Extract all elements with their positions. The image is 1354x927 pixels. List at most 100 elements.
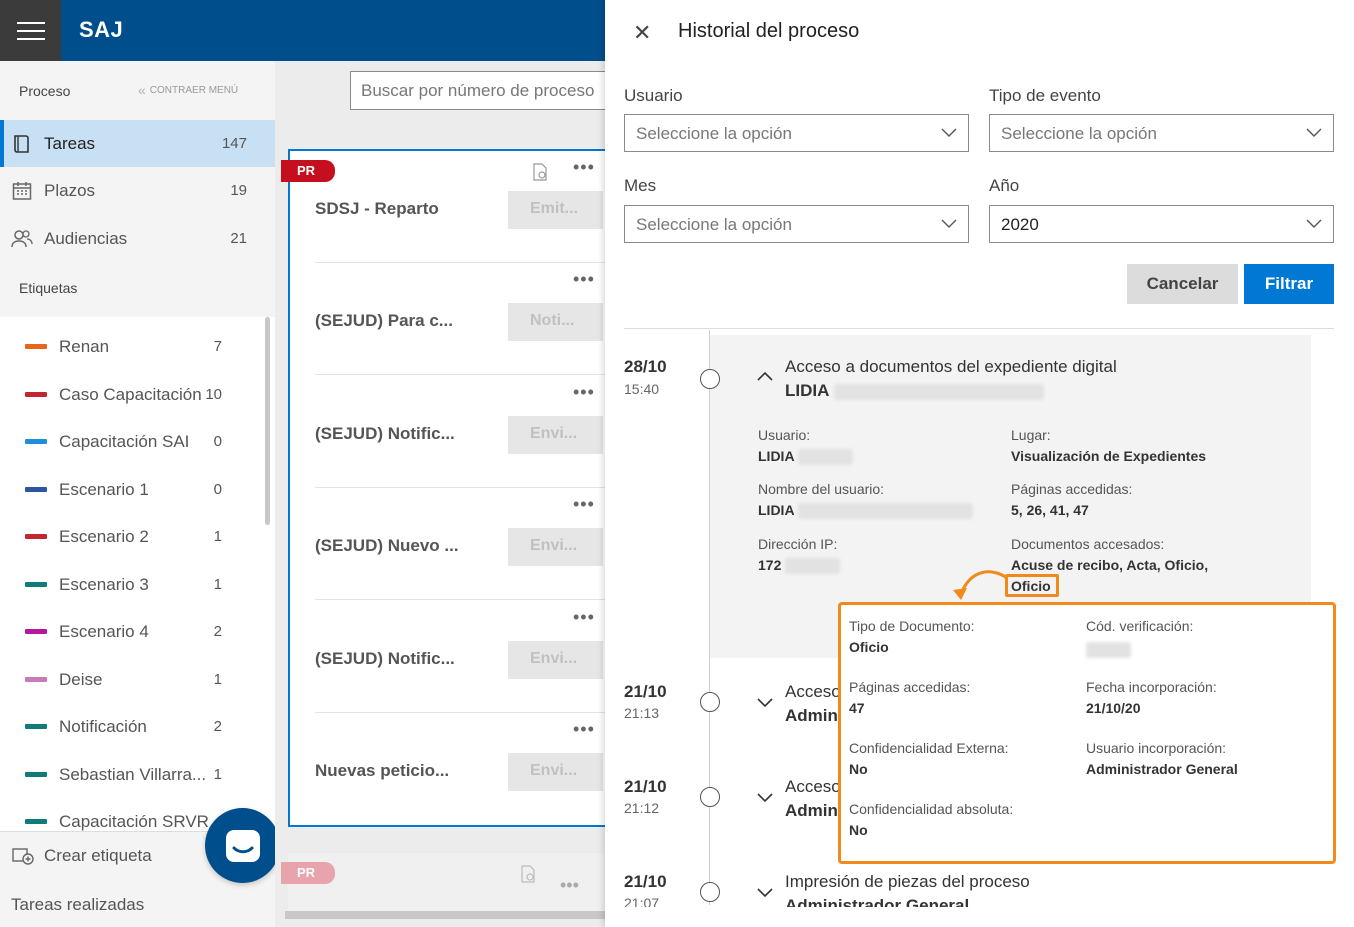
label-item[interactable]: Notificación 2 [0,703,262,750]
event-title: Impresión de piezas del proceso [785,872,1030,891]
anio-select[interactable]: 2020 [989,205,1334,243]
document-info-icon[interactable] [520,865,536,888]
sidebar-item-audiencias[interactable]: Audiencias 21 [0,215,275,262]
task-action-button[interactable]: Envi... [508,641,603,679]
label-item[interactable]: Escenario 2 1 [0,513,262,560]
panel-title: Historial del proceso [678,20,860,42]
label-item[interactable]: Escenario 1 0 [0,466,262,513]
event-time: 21:13 [624,705,660,721]
arrow-icon [953,570,1008,600]
horizontal-scrollbar[interactable] [285,911,605,919]
pr-badge: PR [281,862,335,884]
label-name: Notificación [59,716,147,736]
sidebar-item-tareas[interactable]: Tareas 147 [0,120,275,167]
sidebar-section-title: Proceso [19,83,71,99]
more-options-icon[interactable]: ••• [560,875,579,896]
task-row[interactable]: ••• SDSJ - Reparto Emit... [315,151,615,263]
chevron-down-icon[interactable] [757,697,773,709]
detail-usuario-label: Usuario: [758,427,811,443]
detail-nombre-text: LIDIA [758,502,795,518]
task-list-area: Buscar por número de proceso ••• SDSJ - … [275,61,618,927]
label-item[interactable]: Renan 7 [0,323,262,370]
divider [624,328,1334,329]
task-row[interactable]: ••• (SEJUD) Notific... Envi... [315,601,615,713]
chevron-down-icon[interactable] [757,792,773,804]
detail-docs-value: Acuse de recibo, Acta, Oficio, [1011,557,1209,573]
event-date: 21/10 [624,777,667,796]
mes-select[interactable]: Seleccione la opción [624,205,969,243]
close-icon[interactable]: ✕ [633,20,651,46]
timeline-dot [700,787,720,807]
sidebar: Proceso « CONTRAER MENÚ Tareas 147 Plazo… [0,61,275,927]
timeline-dot [700,882,720,902]
popup-fecha-value: 21/10/20 [1086,700,1141,716]
detail-lugar-value: Visualización de Expedientes [1011,448,1207,464]
label-name: Capacitación SRVR [59,811,209,831]
label-item[interactable]: Escenario 3 1 [0,561,262,608]
process-card[interactable]: ••• SDSJ - Reparto Emit... ••• (SEJUD) P… [288,149,618,827]
tipo-evento-select-value: Seleccione la opción [1001,124,1157,143]
task-action-button[interactable]: Envi... [508,416,603,454]
usuario-select[interactable]: Seleccione la opción [624,114,969,152]
event-user: Admin [785,706,838,725]
filter-button[interactable]: Filtrar [1244,264,1334,304]
task-action-button[interactable]: Envi... [508,528,603,566]
chevron-up-icon[interactable] [757,370,773,382]
more-options-icon[interactable]: ••• [573,157,595,178]
more-options-icon[interactable]: ••• [573,382,595,403]
task-row[interactable]: ••• (SEJUD) Notific... Envi... [315,376,615,488]
chat-button[interactable] [205,808,280,883]
sidebar-item-label: Plazos [44,180,96,200]
label-item[interactable]: Deise 1 [0,656,262,703]
usuario-label: Usuario [624,86,683,105]
more-options-icon[interactable]: ••• [573,269,595,290]
event-user: Administrador General [785,896,970,907]
label-item[interactable]: Caso Capacitación 10 [0,371,262,418]
search-input[interactable]: Buscar por número de proceso [350,71,610,110]
timeline-line [709,330,710,905]
sidebar-item-plazos[interactable]: Plazos 19 [0,167,275,214]
label-item[interactable]: Capacitación SAI 0 [0,418,262,465]
event-user-name: LIDIA [785,381,829,400]
done-tasks-link[interactable]: Tareas realizadas [11,895,144,915]
task-action-button[interactable]: Noti... [508,303,603,341]
chevron-down-icon[interactable] [757,887,773,899]
label-item[interactable]: Sebastian Villarra... 1 [0,751,262,798]
more-options-icon[interactable]: ••• [573,494,595,515]
sidebar-item-label: Tareas [44,133,96,153]
collapse-menu-label: CONTRAER MENÚ [149,84,239,96]
document-info-icon[interactable] [532,163,548,186]
task-name: Nuevas peticio... [315,761,450,780]
detail-usuario-text: LIDIA [758,448,795,464]
more-options-icon[interactable]: ••• [573,719,595,740]
mes-label: Mes [624,176,657,195]
process-card-next[interactable]: ••• [288,853,618,913]
label-item[interactable]: Escenario 4 2 [0,608,262,655]
label-count: 1 [213,671,222,688]
popup-conf-ext-value: No [849,761,868,777]
popup-usuario-inc-label: Usuario incorporación: [1086,740,1227,756]
labels-list: Renan 7 Caso Capacitación 10 Capacitación … [0,317,275,831]
more-options-icon[interactable]: ••• [573,607,595,628]
sidebar-item-count: 21 [230,230,247,247]
detail-lugar-label: Lugar: [1011,427,1051,443]
label-color-swatch [25,392,47,397]
detail-nombre-label: Nombre del usuario: [758,481,885,497]
labels-scrollbar[interactable] [265,317,270,525]
event-date: 21/10 [624,682,667,701]
task-name: (SEJUD) Notific... [315,424,455,443]
cancel-button[interactable]: Cancelar [1127,264,1238,304]
hamburger-menu-icon[interactable] [0,0,61,61]
collapse-menu-button[interactable]: « CONTRAER MENÚ [138,82,238,98]
tipo-evento-select[interactable]: Seleccione la opción [989,114,1334,152]
task-row[interactable]: ••• (SEJUD) Nuevo ... Envi... [315,488,615,600]
timeline-dot [700,692,720,712]
task-action-button[interactable]: Emit... [508,191,603,229]
popup-usuario-inc-value: Administrador General [1086,761,1238,777]
task-row[interactable]: ••• Nuevas peticio... Envi... [315,713,615,825]
task-action-button[interactable]: Envi... [508,753,603,791]
task-name: (SEJUD) Nuevo ... [315,536,459,555]
document-detail-popup: Tipo de Documento: Oficio Cód. verificac… [838,602,1336,864]
task-row[interactable]: ••• (SEJUD) Para c... Noti... [315,263,615,375]
popup-conf-ext-label: Confidencialidad Externa: [849,740,1009,756]
